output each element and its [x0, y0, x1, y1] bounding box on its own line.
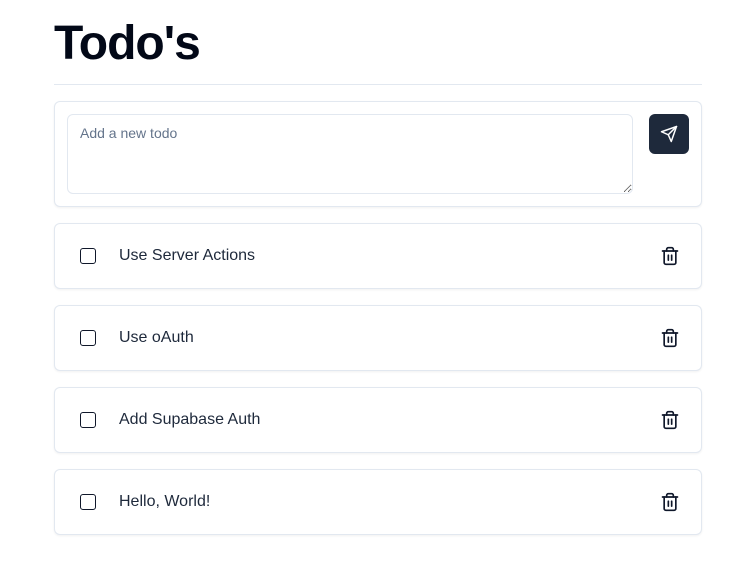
trash-icon	[660, 410, 680, 430]
todo-item: Use oAuth	[54, 305, 702, 371]
delete-todo-button[interactable]	[655, 240, 685, 272]
todo-checkbox[interactable]	[80, 412, 96, 428]
todo-item: Use Server Actions	[54, 223, 702, 289]
delete-todo-button[interactable]	[655, 404, 685, 436]
send-icon	[660, 125, 678, 143]
todo-label: Hello, World!	[119, 493, 211, 510]
trash-icon	[660, 328, 680, 348]
todo-item: Hello, World!	[54, 469, 702, 535]
delete-todo-button[interactable]	[655, 322, 685, 354]
todo-checkbox[interactable]	[80, 248, 96, 264]
todo-page: Todo's Use Server Actions	[0, 0, 750, 587]
delete-todo-button[interactable]	[655, 486, 685, 518]
new-todo-form	[54, 101, 702, 207]
todo-item: Add Supabase Auth	[54, 387, 702, 453]
todo-label: Add Supabase Auth	[119, 411, 261, 428]
trash-icon	[660, 492, 680, 512]
trash-icon	[660, 246, 680, 266]
title-divider	[54, 84, 702, 85]
todo-checkbox[interactable]	[80, 494, 96, 510]
page-title: Todo's	[54, 17, 201, 70]
new-todo-input[interactable]	[67, 114, 633, 194]
todo-checkbox[interactable]	[80, 330, 96, 346]
todo-label: Use Server Actions	[119, 247, 256, 264]
submit-todo-button[interactable]	[649, 114, 689, 154]
todo-label: Use oAuth	[119, 329, 194, 346]
